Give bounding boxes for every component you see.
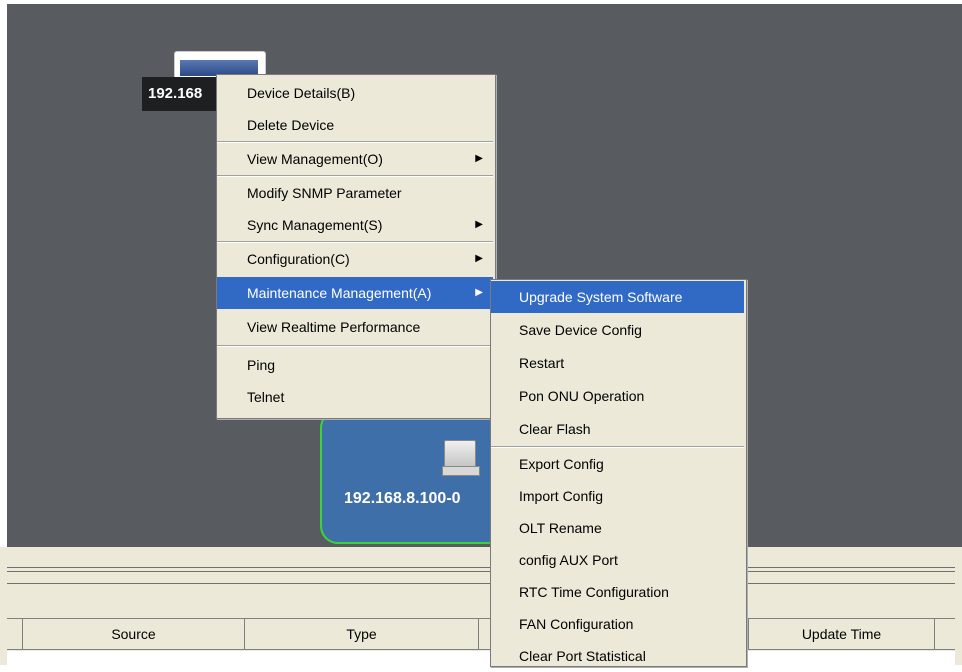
- table-row[interactable]: [7, 651, 955, 665]
- column-header-type[interactable]: Type: [245, 619, 479, 649]
- divider[interactable]: [7, 571, 955, 572]
- maintenance-submenu: Upgrade System Software Save Device Conf…: [490, 279, 747, 667]
- menu-item-ping[interactable]: Ping: [217, 349, 493, 381]
- submenu-arrow-icon: ▶: [475, 219, 483, 230]
- menu-item-label: Telnet: [247, 389, 285, 405]
- menu-item-label: Ping: [247, 357, 276, 373]
- submenu-item-pon-onu-operation[interactable]: Pon ONU Operation: [491, 380, 744, 412]
- menu-item-configuration[interactable]: Configuration(C) ▶: [217, 243, 493, 275]
- menu-item-label: Delete Device: [247, 117, 335, 133]
- menu-item-modify-snmp[interactable]: Modify SNMP Parameter: [217, 177, 493, 209]
- submenu-item-fan-configuration[interactable]: FAN Configuration: [491, 608, 744, 640]
- submenu-item-clear-flash[interactable]: Clear Flash: [491, 413, 744, 445]
- menu-item-label: Import Config: [519, 488, 604, 504]
- divider: [7, 567, 955, 568]
- submenu-item-import-config[interactable]: Import Config: [491, 480, 744, 512]
- submenu-arrow-icon: ▶: [475, 253, 483, 264]
- submenu-item-rtc-time-configuration[interactable]: RTC Time Configuration: [491, 576, 744, 608]
- menu-item-view-management[interactable]: View Management(O) ▶: [217, 143, 493, 175]
- menu-item-label: Upgrade System Software: [519, 289, 683, 305]
- column-header-update-time[interactable]: Update Time: [749, 619, 935, 649]
- menu-item-label: RTC Time Configuration: [519, 584, 669, 600]
- menu-item-label: OLT Rename: [519, 520, 602, 536]
- menu-item-label: Clear Flash: [519, 421, 591, 437]
- submenu-item-config-aux-port[interactable]: config AUX Port: [491, 544, 744, 576]
- submenu-arrow-icon: ▶: [475, 153, 483, 164]
- column-header[interactable]: [7, 619, 23, 649]
- menu-item-label: Device Details(B): [247, 85, 356, 101]
- menu-item-sync-management[interactable]: Sync Management(S) ▶: [217, 209, 493, 241]
- menu-item-delete-device[interactable]: Delete Device: [217, 109, 493, 141]
- submenu-item-olt-rename[interactable]: OLT Rename: [491, 512, 744, 544]
- menu-item-label: Restart: [519, 355, 565, 371]
- router-base-icon: [442, 466, 480, 476]
- menu-item-label: View Realtime Performance: [247, 319, 421, 335]
- menu-item-label: Clear Port Statistical: [519, 648, 646, 664]
- menu-item-label: Sync Management(S): [247, 217, 383, 233]
- menu-item-label: config AUX Port: [519, 552, 618, 568]
- menu-item-device-details[interactable]: Device Details(B): [217, 77, 493, 109]
- menu-item-label: Modify SNMP Parameter: [247, 185, 402, 201]
- column-header[interactable]: [935, 619, 955, 649]
- menu-item-label: Save Device Config: [519, 322, 642, 338]
- device-context-menu: Device Details(B) Delete Device View Man…: [216, 74, 496, 419]
- menu-item-label: View Management(O): [247, 151, 383, 167]
- table-header: Source Type Update Time: [7, 618, 955, 650]
- submenu-item-upgrade-system-software[interactable]: Upgrade System Software: [491, 281, 744, 313]
- divider: [7, 583, 955, 584]
- submenu-item-save-device-config[interactable]: Save Device Config: [491, 314, 744, 346]
- device-label-2: 192.168.8.100-0: [344, 490, 461, 507]
- menu-item-label: Pon ONU Operation: [519, 388, 645, 404]
- menu-item-label: Configuration(C): [247, 251, 350, 267]
- submenu-item-export-config[interactable]: Export Config: [491, 448, 744, 480]
- submenu-arrow-icon: ▶: [475, 287, 483, 298]
- submenu-item-restart[interactable]: Restart: [491, 347, 744, 379]
- menu-item-label: Export Config: [519, 456, 604, 472]
- menu-item-telnet[interactable]: Telnet: [217, 381, 493, 413]
- column-header-source[interactable]: Source: [23, 619, 245, 649]
- menu-item-label: Maintenance Management(A): [247, 285, 432, 301]
- submenu-item-clear-port-statistical[interactable]: Clear Port Statistical: [491, 640, 744, 672]
- menu-item-label: FAN Configuration: [519, 616, 634, 632]
- menu-separator: [217, 345, 493, 347]
- menu-item-maintenance-management[interactable]: Maintenance Management(A) ▶: [217, 277, 493, 309]
- menu-item-view-realtime-performance[interactable]: View Realtime Performance: [217, 311, 493, 343]
